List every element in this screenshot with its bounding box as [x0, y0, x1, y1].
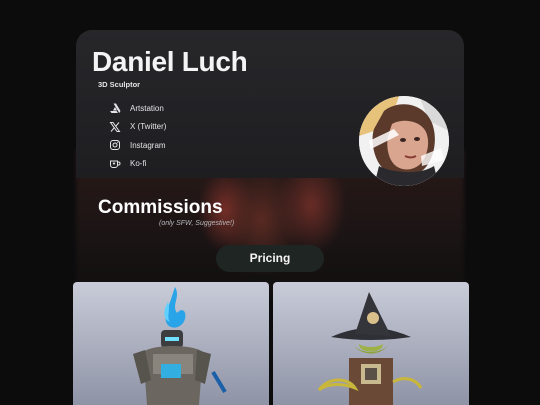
link-x-twitter[interactable]: X (Twitter): [108, 118, 166, 137]
witch-goblin-image: [317, 292, 423, 405]
link-x-twitter-label: X (Twitter): [130, 122, 167, 132]
instagram-icon: [108, 138, 122, 152]
gallery-item-knight[interactable]: [73, 282, 269, 405]
link-instagram[interactable]: Instagram: [108, 136, 166, 155]
profile-role: 3D Sculptor: [98, 80, 141, 89]
avatar: [359, 96, 449, 186]
link-artstation[interactable]: Artstation: [108, 99, 166, 118]
link-artstation-label: Artstation: [130, 103, 164, 113]
social-links: Artstation X (Twitter) Instagram Ko-fi: [108, 99, 166, 173]
link-kofi-label: Ko-fi: [130, 159, 147, 169]
gallery-item-witch[interactable]: [273, 282, 469, 405]
link-kofi[interactable]: Ko-fi: [108, 155, 166, 174]
profile-name: Daniel Luch: [92, 46, 248, 77]
x-twitter-icon: [108, 120, 122, 134]
commissions-title: Commissions: [98, 197, 223, 218]
commissions-note: (only SFW, Suggestive!): [159, 220, 235, 227]
kofi-icon: [108, 157, 122, 171]
profile-card: Daniel Luch 3D Sculptor Artstation X (Tw…: [76, 30, 464, 186]
link-instagram-label: Instagram: [130, 140, 166, 150]
armored-knight-image: [133, 287, 227, 405]
pricing-button[interactable]: Pricing: [216, 245, 324, 272]
artstation-icon: [108, 101, 122, 115]
